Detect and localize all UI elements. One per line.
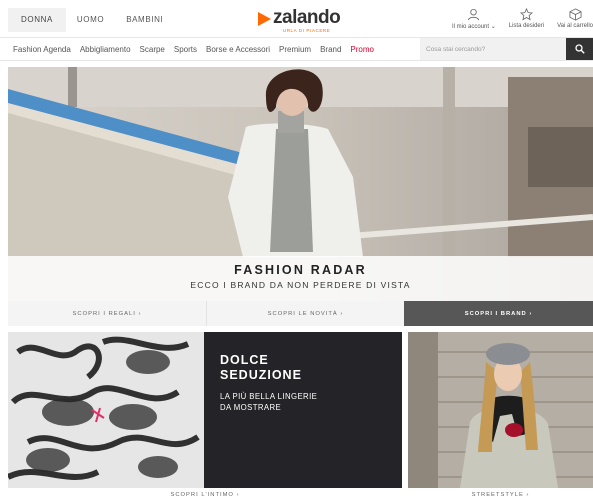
zalando-logo[interactable]: zalando URLA DI PIACERE bbox=[258, 7, 341, 33]
promo-text: LA PIÙ BELLA LINGERIE DA MOSTRARE bbox=[220, 392, 318, 412]
chevron-right-icon: › bbox=[138, 310, 142, 317]
bag-icon bbox=[569, 8, 582, 21]
search-icon bbox=[574, 44, 585, 54]
cart-label: Vai al carrello bbox=[557, 23, 593, 29]
category-nav: Fashion Agenda Abbigliamento Scarpe Spor… bbox=[0, 37, 593, 61]
discover-brands-button[interactable]: SCOPRI I BRAND › bbox=[404, 301, 593, 326]
tab-bambini[interactable]: BAMBINI bbox=[115, 8, 174, 32]
discover-lingerie-link[interactable]: SCOPRI L'INTIMO › bbox=[8, 492, 402, 498]
category-fashion-agenda[interactable]: Fashion Agenda bbox=[13, 45, 71, 54]
wishlist-link[interactable]: Lista desideri bbox=[509, 8, 544, 30]
discover-new-link[interactable]: SCOPRI LE NOVITÀ › bbox=[206, 301, 404, 326]
category-brand[interactable]: Brand bbox=[320, 45, 341, 54]
tab-uomo[interactable]: UOMO bbox=[66, 8, 115, 32]
hero-caption: FASHION RADAR ECCO I BRAND DA NON PERDER… bbox=[8, 256, 593, 301]
gender-tabs: DONNA UOMO BAMBINI bbox=[8, 8, 174, 32]
discover-gifts-link[interactable]: SCOPRI I REGALI › bbox=[8, 301, 206, 326]
tab-donna[interactable]: DONNA bbox=[8, 8, 66, 32]
utility-nav: Il mio account ⌄ Lista desideri Vai al c… bbox=[439, 8, 593, 30]
my-account-label: Il mio account bbox=[452, 24, 490, 30]
top-bar: DONNA UOMO BAMBINI zalando URLA DI PIACE… bbox=[0, 0, 593, 37]
chevron-right-icon: › bbox=[526, 492, 530, 498]
my-account-link[interactable]: Il mio account ⌄ bbox=[452, 8, 496, 30]
promo-title: DOLCE SEDUZIONE bbox=[220, 353, 302, 382]
category-sports[interactable]: Sports bbox=[174, 45, 197, 54]
search-button[interactable] bbox=[566, 38, 593, 60]
category-promo[interactable]: Promo bbox=[350, 45, 374, 54]
logo-text: zalando bbox=[273, 7, 341, 28]
cart-link[interactable]: Vai al carrello bbox=[557, 8, 593, 30]
hero-subtitle: ECCO I BRAND DA NON PERDERE DI VISTA bbox=[190, 280, 411, 290]
logo-mark-icon bbox=[258, 12, 271, 26]
star-icon bbox=[519, 8, 533, 21]
user-icon bbox=[468, 8, 480, 21]
logo-subtitle: URLA DI PIACERE bbox=[282, 28, 331, 33]
category-borse-accessori[interactable]: Borse e Accessori bbox=[206, 45, 270, 54]
chevron-right-icon: › bbox=[529, 310, 533, 317]
hero-banner[interactable]: FASHION RADAR ECCO I BRAND DA NON PERDER… bbox=[8, 67, 593, 301]
streetstyle-image-tile[interactable] bbox=[408, 332, 593, 488]
streetstyle-link[interactable]: STREETSTYLE › bbox=[408, 492, 593, 498]
lingerie-image-tile[interactable] bbox=[8, 332, 204, 488]
lingerie-promo-tile[interactable]: DOLCE SEDUZIONE LA PIÙ BELLA LINGERIE DA… bbox=[204, 332, 402, 488]
search-box bbox=[420, 38, 566, 60]
chevron-right-icon: › bbox=[236, 492, 240, 498]
wishlist-label: Lista desideri bbox=[508, 23, 545, 29]
category-premium[interactable]: Premium bbox=[279, 45, 311, 54]
streetstyle-image bbox=[408, 332, 593, 488]
category-abbigliamento[interactable]: Abbigliamento bbox=[80, 45, 131, 54]
search-input[interactable] bbox=[426, 45, 556, 53]
hero-title: FASHION RADAR bbox=[234, 263, 367, 277]
chevron-right-icon: › bbox=[340, 310, 344, 317]
lingerie-image bbox=[8, 332, 204, 488]
hero-links: SCOPRI I REGALI › SCOPRI LE NOVITÀ › SCO… bbox=[8, 301, 593, 326]
category-scarpe[interactable]: Scarpe bbox=[140, 45, 165, 54]
chevron-down-icon: ⌄ bbox=[490, 24, 496, 30]
